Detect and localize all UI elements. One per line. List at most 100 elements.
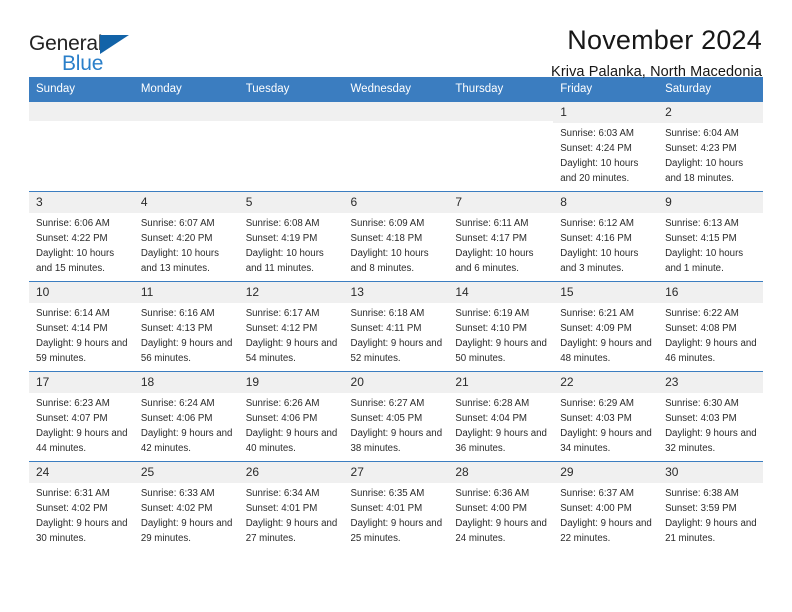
- day-details: Sunrise: 6:27 AM Sunset: 4:05 PM Daylight:…: [344, 393, 449, 456]
- daylight-text: Daylight: 9 hours and 32 minutes.: [665, 427, 757, 454]
- daylight-text: Daylight: 9 hours and 27 minutes.: [245, 517, 338, 544]
- day-number: 8: [553, 192, 659, 214]
- calendar-day-cell[interactable]: 5 Sunrise: 6:08 AM Sunset: 4:19 PM Daylight…: [238, 191, 344, 282]
- calendar-day-cell[interactable]: 27 Sunrise: 6:35 AM Sunset: 4:01 PM Dayligh…: [343, 461, 449, 552]
- calendar-day-cell[interactable]: 11 Sunrise: 6:16 AM Sunset: 4:13 PM Dayligh…: [133, 281, 239, 372]
- sunrise-text: Sunrise: 6:27 AM: [350, 398, 425, 410]
- daylight-text: Daylight: 9 hours and 40 minutes.: [245, 427, 338, 454]
- calendar-day-cell[interactable]: 7 Sunrise: 6:11 AM Sunset: 4:17 PM Daylight…: [448, 191, 554, 282]
- calendar-day-cell[interactable]: 29 Sunrise: 6:37 AM Sunset: 4:00 PM Dayligh…: [553, 461, 659, 552]
- sunrise-text: Sunrise: 6:11 AM: [455, 218, 529, 230]
- sunset-text: Sunset: 4:07 PM: [36, 413, 108, 425]
- calendar-week-row: 17 Sunrise: 6:23 AM Sunset: 4:07 PM Dayligh…: [29, 371, 763, 462]
- sunset-text: Sunset: 4:17 PM: [455, 233, 527, 245]
- calendar-day-cell[interactable]: 4 Sunrise: 6:07 AM Sunset: 4:20 PM Daylight…: [133, 191, 239, 282]
- sunset-text: Sunset: 4:06 PM: [245, 413, 318, 425]
- day-details: Sunrise: 6:19 AM Sunset: 4:10 PM Daylight:…: [448, 303, 553, 366]
- day-details: Sunrise: 6:13 AM Sunset: 4:15 PM Daylight:…: [658, 213, 763, 276]
- day-number: 5: [238, 192, 344, 214]
- calendar-week-row: 10 Sunrise: 6:14 AM Sunset: 4:14 PM Dayligh…: [29, 281, 763, 372]
- daylight-text: Daylight: 10 hours and 11 minutes.: [245, 247, 324, 274]
- logo-text-blue: Blue: [62, 52, 104, 75]
- page-subtitle: Kriva Palanka, North Macedonia: [551, 64, 762, 81]
- calendar-day-cell[interactable]: 22 Sunrise: 6:29 AM Sunset: 4:03 PM Dayligh…: [553, 371, 659, 462]
- calendar-day-cell[interactable]: 30 Sunrise: 6:38 AM Sunset: 3:59 PM Dayligh…: [658, 461, 763, 552]
- sunrise-text: Sunrise: 6:23 AM: [36, 398, 110, 410]
- calendar-day-cell[interactable]: 2 Sunrise: 6:04 AM Sunset: 4:23 PM Daylight…: [658, 101, 763, 192]
- daylight-text: Daylight: 10 hours and 18 minutes.: [665, 157, 744, 184]
- calendar-day-cell[interactable]: 12 Sunrise: 6:17 AM Sunset: 4:12 PM Dayligh…: [238, 281, 344, 372]
- calendar-day-cell[interactable]: 6 Sunrise: 6:09 AM Sunset: 4:18 PM Daylight…: [343, 191, 449, 282]
- sunset-text: Sunset: 4:10 PM: [455, 323, 527, 335]
- calendar-week-row: 3 Sunrise: 6:06 AM Sunset: 4:22 PM Daylight…: [29, 191, 763, 282]
- day-number: 27: [343, 462, 449, 484]
- day-number: 12: [238, 282, 344, 304]
- sunrise-text: Sunrise: 6:30 AM: [665, 398, 739, 410]
- sunrise-text: Sunrise: 6:36 AM: [455, 488, 530, 500]
- day-details: Sunrise: 6:23 AM Sunset: 4:07 PM Daylight:…: [29, 393, 134, 456]
- day-number: 26: [238, 462, 344, 484]
- calendar-day-cell-empty: [448, 101, 554, 192]
- day-number: 22: [553, 372, 659, 394]
- sunset-text: Sunset: 4:01 PM: [245, 503, 318, 515]
- calendar-day-cell[interactable]: 15 Sunrise: 6:21 AM Sunset: 4:09 PM Dayligh…: [553, 281, 659, 372]
- day-number: 20: [343, 372, 449, 394]
- daylight-text: Daylight: 9 hours and 44 minutes.: [36, 427, 128, 454]
- daylight-text: Daylight: 9 hours and 24 minutes.: [455, 517, 547, 544]
- calendar-day-cell[interactable]: 3 Sunrise: 6:06 AM Sunset: 4:22 PM Daylight…: [29, 191, 134, 282]
- page-header: General Blue November 2024 Kriva Palanka…: [29, 0, 763, 81]
- daylight-text: Daylight: 9 hours and 42 minutes.: [140, 427, 233, 454]
- sunrise-text: Sunrise: 6:03 AM: [560, 128, 634, 140]
- day-number: 15: [553, 282, 659, 304]
- calendar-day-cell[interactable]: 23 Sunrise: 6:30 AM Sunset: 4:03 PM Dayligh…: [658, 371, 763, 462]
- calendar-day-cell[interactable]: 21 Sunrise: 6:28 AM Sunset: 4:04 PM Dayligh…: [448, 371, 554, 462]
- calendar-day-cell[interactable]: 16 Sunrise: 6:22 AM Sunset: 4:08 PM Dayligh…: [658, 281, 763, 372]
- day-details: Sunrise: 6:24 AM Sunset: 4:06 PM Daylight:…: [134, 393, 239, 456]
- calendar-day-cell[interactable]: 24 Sunrise: 6:31 AM Sunset: 4:02 PM Dayligh…: [29, 461, 134, 552]
- sunrise-text: Sunrise: 6:08 AM: [245, 218, 320, 230]
- calendar-day-cell[interactable]: 18 Sunrise: 6:24 AM Sunset: 4:06 PM Dayligh…: [133, 371, 239, 462]
- daylight-text: Daylight: 10 hours and 20 minutes.: [560, 157, 639, 184]
- calendar-day-cell[interactable]: 19 Sunrise: 6:26 AM Sunset: 4:06 PM Dayligh…: [238, 371, 344, 462]
- calendar-day-cell[interactable]: 28 Sunrise: 6:36 AM Sunset: 4:00 PM Dayligh…: [448, 461, 554, 552]
- day-details: Sunrise: 6:07 AM Sunset: 4:20 PM Daylight:…: [134, 213, 239, 276]
- daylight-text: Daylight: 10 hours and 13 minutes.: [140, 247, 219, 274]
- calendar-day-cell-empty: [29, 101, 134, 192]
- calendar-day-cell[interactable]: 20 Sunrise: 6:27 AM Sunset: 4:05 PM Dayligh…: [343, 371, 449, 462]
- generalblue-logo[interactable]: General Blue: [29, 26, 149, 78]
- calendar-day-cell[interactable]: 25 Sunrise: 6:33 AM Sunset: 4:02 PM Dayligh…: [133, 461, 239, 552]
- calendar-day-cell-empty: [133, 101, 239, 192]
- calendar-day-cell[interactable]: 26 Sunrise: 6:34 AM Sunset: 4:01 PM Dayligh…: [238, 461, 344, 552]
- daylight-text: Daylight: 9 hours and 25 minutes.: [350, 517, 443, 544]
- day-number: [238, 102, 344, 122]
- calendar-day-cell[interactable]: 10 Sunrise: 6:14 AM Sunset: 4:14 PM Dayligh…: [29, 281, 134, 372]
- day-number: [343, 102, 449, 122]
- calendar-day-cell[interactable]: 9 Sunrise: 6:13 AM Sunset: 4:15 PM Daylight…: [658, 191, 763, 282]
- day-details: Sunrise: 6:38 AM Sunset: 3:59 PM Daylight:…: [658, 483, 763, 546]
- sunset-text: Sunset: 4:18 PM: [350, 233, 423, 245]
- sunrise-text: Sunrise: 6:28 AM: [455, 398, 530, 410]
- day-number: 17: [29, 372, 134, 394]
- calendar-day-cell-empty: [238, 101, 344, 192]
- day-number: 24: [29, 462, 134, 484]
- calendar-day-cell[interactable]: 17 Sunrise: 6:23 AM Sunset: 4:07 PM Dayligh…: [29, 371, 134, 462]
- day-number: 7: [448, 192, 554, 214]
- sunset-text: Sunset: 4:24 PM: [560, 143, 632, 155]
- day-number: 10: [29, 282, 134, 304]
- daylight-text: Daylight: 10 hours and 6 minutes.: [455, 247, 534, 274]
- sunset-text: Sunset: 4:00 PM: [455, 503, 527, 515]
- calendar-week-row: 1 Sunrise: 6:03 AM Sunset: 4:24 PM Daylight…: [29, 101, 763, 192]
- daylight-text: Daylight: 10 hours and 8 minutes.: [350, 247, 429, 274]
- sunset-text: Sunset: 4:22 PM: [36, 233, 108, 245]
- day-details: Sunrise: 6:04 AM Sunset: 4:23 PM Daylight:…: [658, 123, 763, 186]
- calendar-day-cell[interactable]: 1 Sunrise: 6:03 AM Sunset: 4:24 PM Daylight…: [553, 101, 659, 192]
- calendar-day-cell[interactable]: 8 Sunrise: 6:12 AM Sunset: 4:16 PM Daylight…: [553, 191, 659, 282]
- day-details: Sunrise: 6:26 AM Sunset: 4:06 PM Daylight:…: [239, 393, 344, 456]
- day-details: Sunrise: 6:06 AM Sunset: 4:22 PM Daylight:…: [29, 213, 134, 276]
- day-details: Sunrise: 6:30 AM Sunset: 4:03 PM Daylight:…: [658, 393, 763, 456]
- calendar-day-cell[interactable]: 14 Sunrise: 6:19 AM Sunset: 4:10 PM Dayligh…: [448, 281, 554, 372]
- sunrise-text: Sunrise: 6:29 AM: [560, 398, 634, 410]
- calendar-day-cell[interactable]: 13 Sunrise: 6:18 AM Sunset: 4:11 PM Dayligh…: [343, 281, 449, 372]
- daylight-text: Daylight: 9 hours and 52 minutes.: [350, 337, 443, 364]
- daylight-text: Daylight: 9 hours and 59 minutes.: [36, 337, 128, 364]
